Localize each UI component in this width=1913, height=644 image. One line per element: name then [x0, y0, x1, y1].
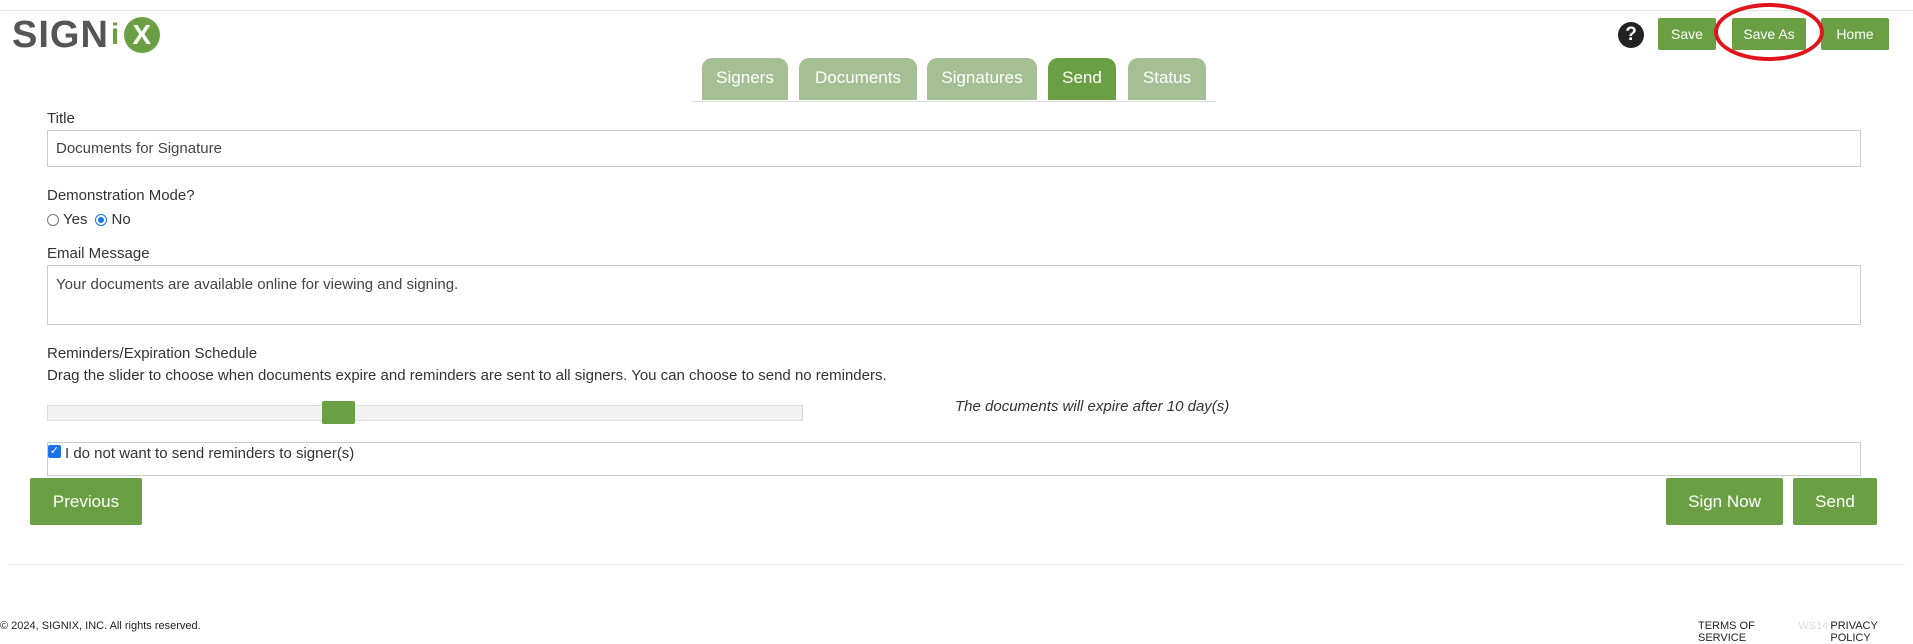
footer-links: TERMS OF SERVICE WS14 PRIVACY POLICY [1698, 620, 1913, 644]
send-button[interactable]: Send [1793, 478, 1877, 525]
tab-signers[interactable]: Signers [702, 58, 788, 100]
signix-logo: SIGN i X [12, 13, 161, 56]
content-bottom-divider [8, 564, 1905, 565]
expiration-text: The documents will expire after 10 day(s… [955, 398, 1230, 415]
terms-of-service-link[interactable]: TERMS OF SERVICE [1698, 620, 1796, 644]
tab-send[interactable]: Send [1048, 58, 1116, 100]
previous-button[interactable]: Previous [30, 478, 142, 525]
email-message-label: Email Message [47, 245, 150, 262]
logo-text: SIGN [12, 13, 109, 56]
demo-yes-label: Yes [63, 211, 88, 228]
demo-no-label: No [111, 211, 131, 228]
logo-i: i [110, 18, 121, 51]
save-as-button[interactable]: Save As [1732, 18, 1806, 50]
tab-signatures[interactable]: Signatures [927, 58, 1037, 100]
copyright-text: © 2024, SIGNIX, INC. All rights reserved… [0, 620, 201, 632]
no-reminders-label: I do not want to send reminders to signe… [65, 445, 355, 462]
email-message-textarea[interactable]: Your documents are available online for … [47, 265, 1861, 325]
demo-no-radio[interactable] [95, 213, 108, 226]
expiration-slider-track[interactable] [47, 405, 803, 421]
help-icon[interactable]: ? [1618, 22, 1644, 48]
demo-yes-radio[interactable] [47, 213, 59, 226]
tab-status[interactable]: Status [1128, 58, 1206, 100]
save-button[interactable]: Save [1658, 18, 1716, 50]
home-button[interactable]: Home [1821, 18, 1889, 50]
title-label: Title [47, 110, 75, 127]
title-input[interactable]: Documents for Signature [47, 130, 1861, 167]
tab-documents[interactable]: Documents [799, 58, 917, 100]
demo-mode-radio-group: Yes No [47, 211, 139, 228]
reminders-label: Reminders/Expiration Schedule [47, 345, 258, 362]
version-label: WS14 [1798, 620, 1829, 632]
logo-x-badge: X [124, 17, 161, 53]
sign-now-button[interactable]: Sign Now [1666, 478, 1783, 525]
top-divider [0, 10, 1913, 11]
reminders-description: Drag the slider to choose when documents… [47, 367, 887, 384]
demo-mode-label: Demonstration Mode? [47, 187, 195, 204]
expiration-slider-handle[interactable] [321, 401, 355, 424]
tabs-divider [692, 101, 1216, 102]
privacy-policy-link[interactable]: PRIVACY POLICY [1830, 620, 1913, 644]
no-reminders-checkbox[interactable]: ✓ [48, 445, 61, 458]
